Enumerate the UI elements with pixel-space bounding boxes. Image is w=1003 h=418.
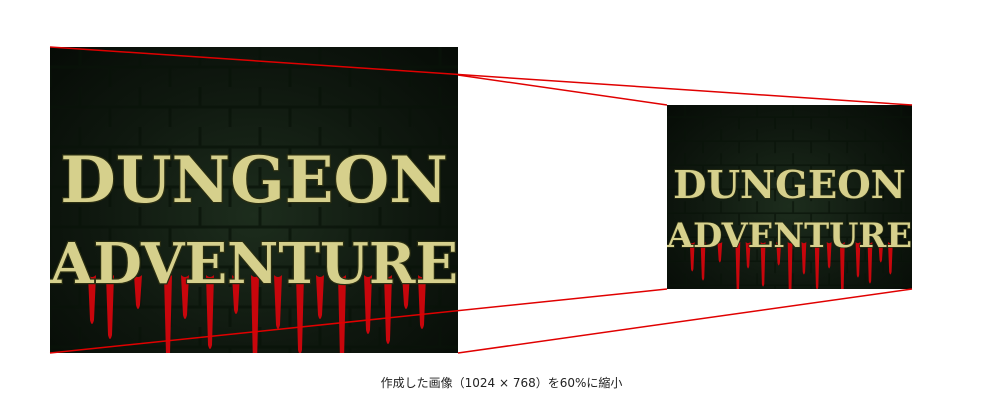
title-artwork-large: DUNGEON ADVENTURE xyxy=(50,47,458,353)
connector-top-inner xyxy=(457,74,668,106)
title-artwork-small: DUNGEON ADVENTURE xyxy=(667,105,912,289)
title-line2: ADVENTURE xyxy=(667,215,912,255)
resized-image: DUNGEON ADVENTURE xyxy=(667,105,912,289)
title-line1: DUNGEON xyxy=(60,143,448,218)
original-image: DUNGEON ADVENTURE xyxy=(50,47,458,353)
title-line1: DUNGEON xyxy=(673,163,906,208)
comparison-stage: DUNGEON ADVENTURE DUNGEON ADVENTURE 作成した… xyxy=(0,0,1003,418)
title-line2: ADVENTURE xyxy=(50,231,458,297)
connector-bottom-inner xyxy=(457,288,913,354)
caption: 作成した画像（1024 × 768）を60%に縮小 xyxy=(380,376,623,390)
